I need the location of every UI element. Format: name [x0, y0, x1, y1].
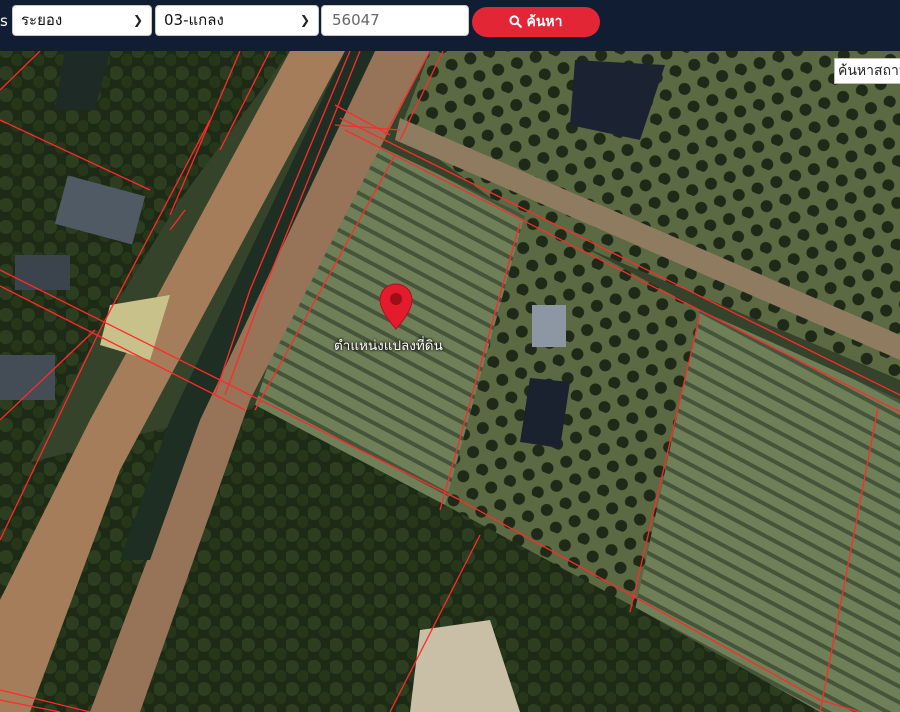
district-select[interactable]: 03-แกลง ❯	[155, 5, 319, 36]
map-pin-icon	[379, 283, 413, 330]
place-search-input[interactable]: ค้นหาสถาน	[834, 58, 900, 84]
satellite-map[interactable]	[0, 51, 900, 712]
district-select-value: 03-แกลง	[164, 11, 224, 29]
chevron-down-icon: ❯	[132, 13, 143, 27]
map-marker-pin[interactable]	[379, 283, 413, 335]
province-select[interactable]: ระยอง ❯	[12, 5, 152, 36]
parcel-number-value: 56047	[332, 11, 380, 29]
province-select-value: ระยอง	[21, 11, 63, 29]
search-button-label: ค้นหา	[526, 14, 563, 30]
search-icon	[509, 15, 523, 28]
parcel-number-input[interactable]: 56047	[321, 5, 469, 36]
search-button[interactable]: ค้นหา	[472, 7, 600, 37]
building	[15, 255, 70, 290]
marker-label: ตำแหน่งแปลงที่ดิน	[334, 338, 443, 354]
field-label: s	[0, 12, 8, 30]
place-search-placeholder: ค้นหาสถาน	[838, 63, 900, 79]
chevron-down-icon: ❯	[299, 13, 310, 27]
building	[532, 305, 566, 347]
top-search-bar: s ระยอง ❯ 03-แกลง ❯ 56047 ค้นหา	[0, 0, 900, 51]
